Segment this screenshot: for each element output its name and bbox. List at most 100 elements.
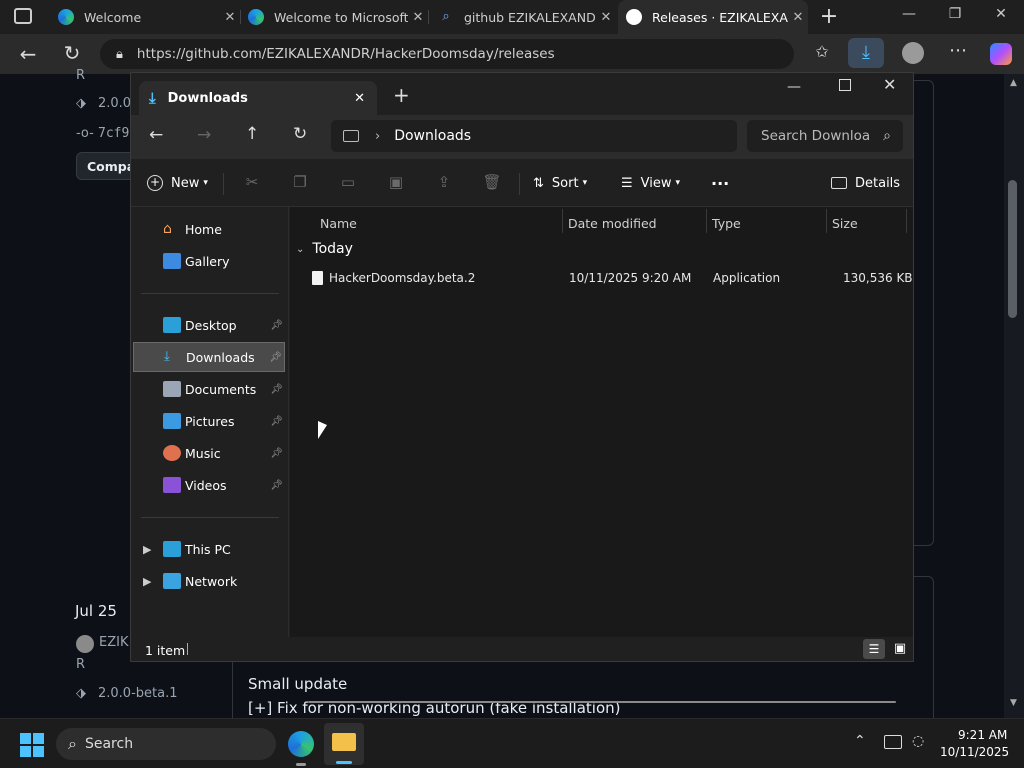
forward-icon[interactable]: → — [197, 125, 211, 145]
pin-icon[interactable]: 📌︎ — [269, 352, 282, 363]
new-tab-button[interactable]: + — [393, 83, 410, 107]
scroll-thumb[interactable] — [1008, 180, 1017, 318]
minimize-icon[interactable]: — — [787, 79, 801, 95]
profile-avatar-icon[interactable] — [902, 42, 924, 64]
copy-icon[interactable]: ❐ — [289, 173, 311, 195]
close-icon[interactable]: ✕ — [596, 10, 616, 25]
file-explorer-taskbar-icon[interactable] — [324, 723, 364, 765]
details-button[interactable]: Details — [831, 169, 900, 197]
clock-time[interactable]: 9:21 AM — [958, 728, 1007, 742]
browser-tab-active[interactable]: Releases · EZIKALEXANDR ✕ — [618, 0, 808, 34]
more-options-button[interactable]: ··· — [711, 169, 729, 197]
breadcrumb-folder[interactable]: Downloads — [394, 128, 471, 144]
refresh-icon[interactable]: ↻ — [58, 41, 86, 65]
browser-tab[interactable]: Welcome to Microsoft E ✕ — [242, 0, 428, 34]
favorites-icon[interactable]: ✩ — [808, 42, 836, 61]
plus-circle-icon: + — [147, 175, 163, 191]
lock-icon[interactable]: 🔒︎ — [116, 47, 123, 62]
column-header-date[interactable]: Date modified — [568, 209, 657, 237]
sidebar-item-this-pc[interactable]: ▶ This PC — [133, 534, 285, 564]
downloads-active-icon[interactable]: ⤓ — [848, 38, 884, 68]
sidebar-item-desktop[interactable]: Desktop 📌︎ — [133, 310, 285, 340]
back-icon[interactable]: ← — [149, 125, 163, 145]
author-link[interactable]: EZIK — [99, 635, 128, 650]
more-menu-icon[interactable]: ⋯ — [944, 40, 972, 61]
browser-tab[interactable]: Welcome ✕ — [50, 0, 240, 34]
sidebar-item-music[interactable]: Music 📌︎ — [133, 438, 285, 468]
tag-link[interactable]: 2.0.0-beta.1 — [98, 686, 178, 701]
column-header-name[interactable]: Name — [320, 209, 357, 237]
table-row[interactable]: HackerDoomsday.beta.2 10/11/2025 9:20 AM… — [290, 265, 913, 291]
taskbar-search[interactable]: ⌕ Search — [56, 728, 276, 760]
pin-icon[interactable]: 📌︎ — [270, 320, 283, 331]
address-bar[interactable]: 🔒︎ https://github.com/EZIKALEXANDR/Hacke… — [100, 39, 794, 69]
file-type: Application — [713, 271, 781, 285]
view-button[interactable]: ☰ View ▾ — [621, 169, 680, 197]
new-button[interactable]: + New ▾ — [147, 169, 208, 197]
tiles-view-icon[interactable]: ▣ — [889, 639, 911, 659]
chevron-up-icon[interactable]: ⌃ — [854, 733, 866, 749]
clock-date[interactable]: 10/11/2025 — [940, 745, 1009, 759]
sidebar-item-pictures[interactable]: Pictures 📌︎ — [133, 406, 285, 436]
chevron-right-icon[interactable]: ▶ — [143, 575, 151, 588]
back-icon[interactable]: ← — [14, 42, 42, 66]
up-icon[interactable]: ↑ — [245, 124, 259, 144]
sidebar-item-gallery[interactable]: Gallery — [133, 246, 285, 276]
breadcrumb[interactable]: › Downloads — [331, 120, 737, 152]
pin-icon[interactable]: 📌︎ — [270, 448, 283, 459]
pin-icon[interactable]: 📌︎ — [270, 416, 283, 427]
minimize-icon[interactable]: — — [894, 6, 924, 22]
restore-icon[interactable]: ❐ — [940, 6, 970, 22]
paste-icon[interactable]: ▭ — [337, 173, 359, 195]
new-tab-button[interactable]: + — [818, 4, 840, 29]
display-icon[interactable] — [884, 735, 902, 749]
search-box[interactable]: Search Downloa ⌕ — [747, 120, 903, 152]
sort-button[interactable]: ⇅ Sort ▾ — [533, 169, 587, 197]
edge-taskbar-icon[interactable] — [288, 731, 314, 757]
group-label: Today — [312, 241, 353, 257]
windows-start-icon[interactable] — [20, 733, 44, 757]
share-icon[interactable]: ⇪ — [433, 173, 455, 195]
sidebar-item-label: Pictures — [185, 413, 235, 429]
compare-button[interactable]: Compar — [76, 152, 136, 180]
close-icon[interactable]: ✕ — [354, 91, 365, 106]
close-window-icon[interactable]: ✕ — [883, 75, 896, 94]
tab-divider — [428, 10, 429, 24]
search-input[interactable]: Search Downloa — [761, 128, 883, 144]
close-icon[interactable]: ✕ — [788, 10, 808, 25]
sidebar-item-home[interactable]: ⌂ Home — [133, 214, 285, 244]
explorer-tab[interactable]: ⤓ Downloads ✕ — [139, 81, 377, 115]
avatar[interactable] — [76, 635, 94, 653]
pin-icon[interactable]: 📌︎ — [270, 480, 283, 491]
maximize-icon[interactable] — [839, 79, 851, 91]
refresh-icon[interactable]: ↻ — [293, 124, 307, 144]
commit-link[interactable]: 7cf9 — [98, 126, 129, 141]
column-header-size[interactable]: Size — [832, 209, 858, 237]
tab-actions-icon[interactable] — [14, 8, 32, 24]
browser-tab[interactable]: ⌕ github EZIKALEXANDR ✕ — [432, 0, 616, 34]
chevron-down-icon: ▾ — [582, 178, 588, 188]
chevron-right-icon[interactable]: ▶ — [143, 543, 151, 556]
taskbar: ⌕ Search ⌃ ◌ 9:21 AM 10/11/2025 — [0, 718, 1024, 768]
scroll-down-icon[interactable]: ▼ — [1010, 698, 1017, 708]
horizontal-scrollbar[interactable] — [308, 701, 896, 703]
page-scrollbar[interactable]: ▲ ▼ — [1004, 74, 1024, 718]
column-header-type[interactable]: Type — [712, 209, 741, 237]
details-view-icon[interactable]: ☰ — [863, 639, 885, 659]
sidebar-item-documents[interactable]: Documents 📌︎ — [133, 374, 285, 404]
group-header-today[interactable]: ⌄ Today — [296, 241, 353, 257]
copilot-icon[interactable] — [990, 43, 1012, 65]
cut-icon[interactable]: ✂ — [241, 173, 263, 195]
pin-icon[interactable]: 📌︎ — [270, 384, 283, 395]
scroll-up-icon[interactable]: ▲ — [1010, 78, 1017, 88]
close-window-icon[interactable]: ✕ — [986, 6, 1016, 22]
network-status-icon[interactable]: ◌ — [912, 733, 924, 749]
delete-icon[interactable]: 🗑︎ — [481, 173, 503, 195]
item-count: 1 item — [145, 643, 186, 658]
sidebar-item-network[interactable]: ▶ Network — [133, 566, 285, 596]
close-icon[interactable]: ✕ — [408, 10, 428, 25]
sidebar-item-videos[interactable]: Videos 📌︎ — [133, 470, 285, 500]
sidebar-item-downloads[interactable]: ⤓ Downloads 📌︎ — [133, 342, 285, 372]
close-icon[interactable]: ✕ — [220, 10, 240, 25]
rename-icon[interactable]: ▣ — [385, 173, 407, 195]
